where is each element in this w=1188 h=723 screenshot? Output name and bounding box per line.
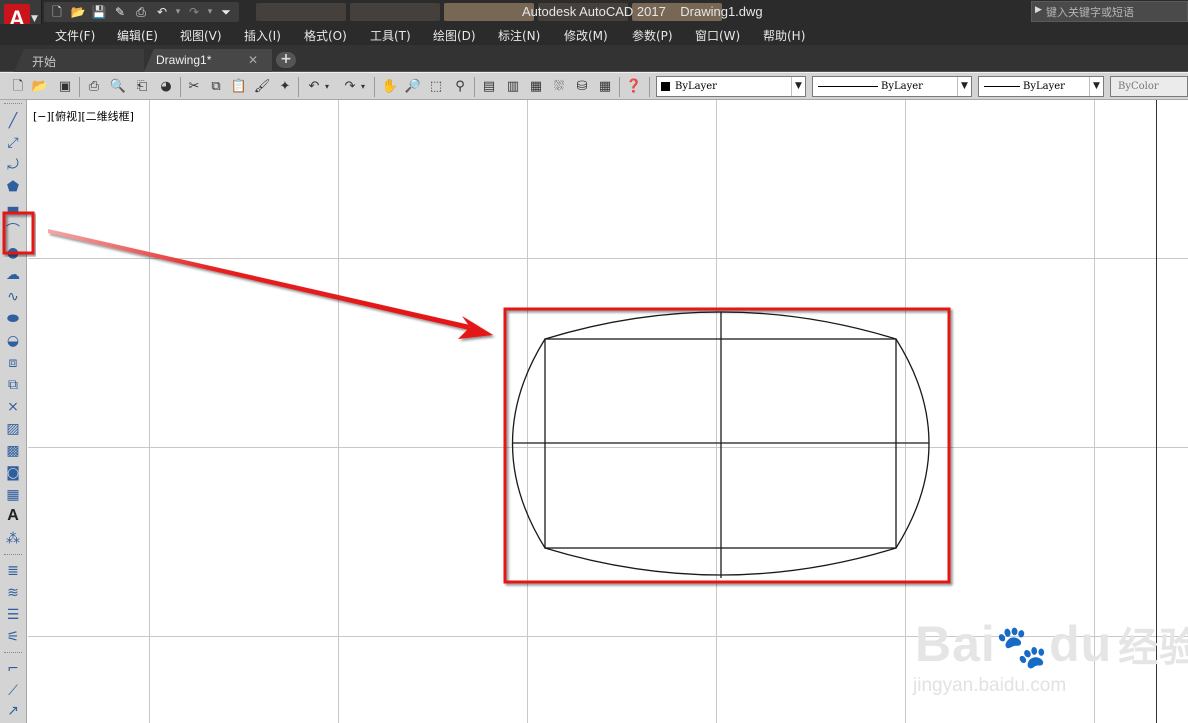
watermark-brand-text: Bai [915,616,996,672]
watermark-brand: Bai🐾du 经验 [915,615,1188,673]
watermark-brand-text2: du [1049,616,1113,672]
arrow-shaft [48,229,470,330]
highlight-box-arc-tool [2,211,35,255]
highlight-box-result [503,307,951,584]
watermark-site: jingyan.baidu.com [913,675,1067,696]
drawing-geometry [511,311,930,578]
baidu-watermark: Bai🐾du 经验 jingyan.baidu.com [905,595,1188,705]
annotation-arrow [48,229,493,339]
watermark-brand-cn: 经验 [1118,626,1188,670]
